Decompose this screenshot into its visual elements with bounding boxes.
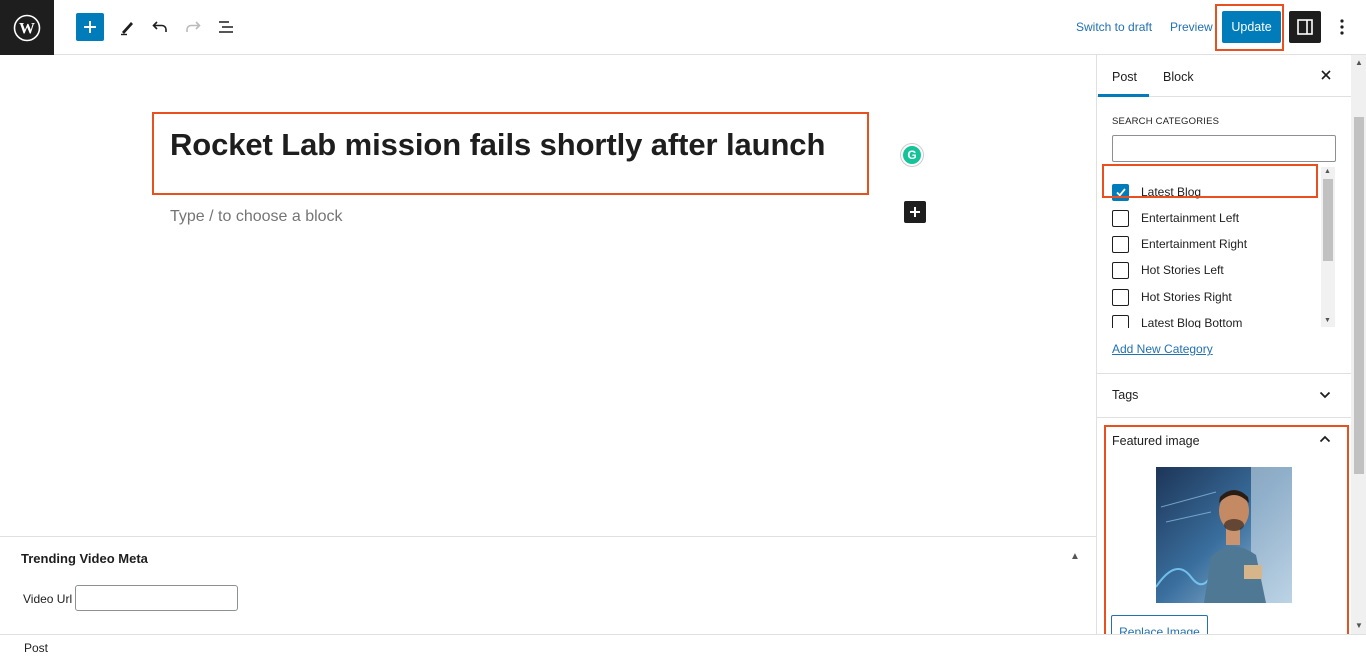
category-checkbox[interactable] bbox=[1112, 314, 1129, 328]
tags-panel-title[interactable]: Tags bbox=[1112, 388, 1138, 402]
preview-button[interactable]: Preview bbox=[1170, 20, 1213, 34]
tools-button[interactable] bbox=[113, 13, 141, 41]
category-checkbox[interactable] bbox=[1112, 288, 1129, 306]
video-url-input[interactable] bbox=[75, 585, 238, 611]
replace-image-button[interactable]: Replace Image bbox=[1111, 615, 1208, 634]
sidebar-toggle-icon bbox=[1297, 19, 1313, 35]
editor-header: W Switch to draft Preview Update bbox=[0, 0, 1366, 55]
category-label: Latest Blog bbox=[1141, 185, 1202, 199]
close-icon bbox=[1321, 70, 1331, 80]
undo-icon bbox=[152, 21, 167, 32]
settings-sidebar: Post Block SEARCH CATEGORIES Latest Blog… bbox=[1096, 55, 1366, 634]
add-new-category-link[interactable]: Add New Category bbox=[1112, 342, 1213, 356]
category-list: Latest Blog Entertainment Left Entertain… bbox=[1097, 166, 1337, 328]
scroll-down-arrow-icon[interactable]: ▼ bbox=[1355, 621, 1363, 630]
switch-to-draft-button[interactable]: Switch to draft bbox=[1076, 20, 1152, 34]
category-label: Hot Stories Right bbox=[1141, 290, 1232, 304]
scrollbar-thumb[interactable] bbox=[1354, 117, 1364, 474]
editor-canvas: Rocket Lab mission fails shortly after l… bbox=[0, 55, 1096, 536]
category-label: Hot Stories Left bbox=[1141, 263, 1224, 277]
category-item[interactable]: Hot Stories Right bbox=[1112, 287, 1232, 307]
undo-button[interactable] bbox=[146, 13, 174, 41]
tab-block[interactable]: Block bbox=[1163, 70, 1194, 84]
category-checkbox[interactable] bbox=[1112, 261, 1129, 279]
wordpress-logo-button[interactable]: W bbox=[0, 0, 54, 55]
category-checkbox[interactable] bbox=[1112, 209, 1129, 227]
category-label: Latest Blog Bottom bbox=[1141, 316, 1243, 328]
list-view-icon bbox=[219, 21, 233, 33]
post-title[interactable]: Rocket Lab mission fails shortly after l… bbox=[170, 127, 825, 163]
category-item[interactable]: Hot Stories Left bbox=[1112, 260, 1224, 280]
category-item[interactable]: Latest Blog bbox=[1112, 182, 1201, 202]
scroll-down-arrow-icon[interactable]: ▼ bbox=[1324, 317, 1331, 324]
meta-box-title[interactable]: Trending Video Meta bbox=[21, 551, 148, 566]
breadcrumb[interactable]: Post bbox=[24, 641, 48, 655]
chevron-up-icon bbox=[1319, 435, 1331, 443]
trending-video-meta-box: Trending Video Meta ▲ Video Url bbox=[0, 536, 1096, 634]
scrollbar-thumb[interactable] bbox=[1323, 179, 1333, 261]
tags-panel-toggle[interactable] bbox=[1318, 388, 1332, 402]
category-item[interactable]: Latest Blog Bottom bbox=[1112, 313, 1242, 328]
category-list-scrollbar[interactable]: ▲ ▼ bbox=[1321, 167, 1335, 327]
block-placeholder[interactable]: Type / to choose a block bbox=[170, 208, 343, 226]
category-label: Entertainment Left bbox=[1141, 211, 1240, 225]
more-vertical-icon bbox=[1340, 19, 1344, 35]
sidebar-tabs: Post Block bbox=[1097, 55, 1351, 97]
featured-image-panel-title[interactable]: Featured image bbox=[1112, 434, 1200, 448]
block-inserter-button[interactable] bbox=[76, 13, 104, 41]
category-label: Entertainment Right bbox=[1141, 237, 1248, 251]
category-item[interactable]: Entertainment Right bbox=[1112, 234, 1247, 254]
settings-toggle-button[interactable] bbox=[1289, 11, 1321, 43]
wordpress-icon: W bbox=[13, 14, 41, 41]
featured-image-photo bbox=[1156, 467, 1292, 603]
sidebar-scrollbar[interactable]: ▲ ▼ bbox=[1351, 55, 1366, 634]
redo-button[interactable] bbox=[179, 13, 207, 41]
scroll-up-arrow-icon[interactable]: ▲ bbox=[1355, 58, 1363, 67]
options-menu-button[interactable] bbox=[1332, 13, 1352, 41]
close-sidebar-button[interactable] bbox=[1316, 65, 1336, 85]
video-url-label: Video Url bbox=[23, 592, 73, 606]
svg-text:W: W bbox=[19, 20, 35, 37]
inline-inserter-button[interactable] bbox=[904, 201, 926, 223]
update-button[interactable]: Update bbox=[1222, 11, 1281, 43]
tab-post[interactable]: Post bbox=[1112, 70, 1137, 84]
categories-heading: SEARCH CATEGORIES bbox=[1112, 116, 1220, 127]
featured-image-thumbnail[interactable] bbox=[1156, 467, 1292, 603]
pencil-icon bbox=[121, 22, 133, 36]
grammarly-icon[interactable]: G bbox=[901, 144, 923, 166]
category-checkbox[interactable] bbox=[1112, 235, 1129, 253]
editor-footer: Post bbox=[0, 634, 1366, 657]
category-item[interactable]: Entertainment Left bbox=[1112, 208, 1239, 228]
plus-icon bbox=[910, 207, 920, 217]
redo-icon bbox=[186, 21, 201, 32]
scroll-up-arrow-icon[interactable]: ▲ bbox=[1324, 168, 1331, 175]
featured-image-panel-toggle[interactable] bbox=[1318, 432, 1332, 446]
active-tab-indicator bbox=[1098, 94, 1149, 97]
divider bbox=[1097, 373, 1351, 374]
category-checkbox[interactable] bbox=[1112, 183, 1129, 201]
plus-icon bbox=[84, 21, 96, 33]
document-overview-button[interactable] bbox=[212, 13, 240, 41]
caret-up-icon[interactable]: ▲ bbox=[1070, 551, 1080, 562]
chevron-down-icon bbox=[1319, 391, 1331, 399]
category-search-input[interactable] bbox=[1112, 135, 1336, 162]
divider bbox=[1097, 417, 1351, 418]
checkmark-icon bbox=[1115, 188, 1126, 197]
